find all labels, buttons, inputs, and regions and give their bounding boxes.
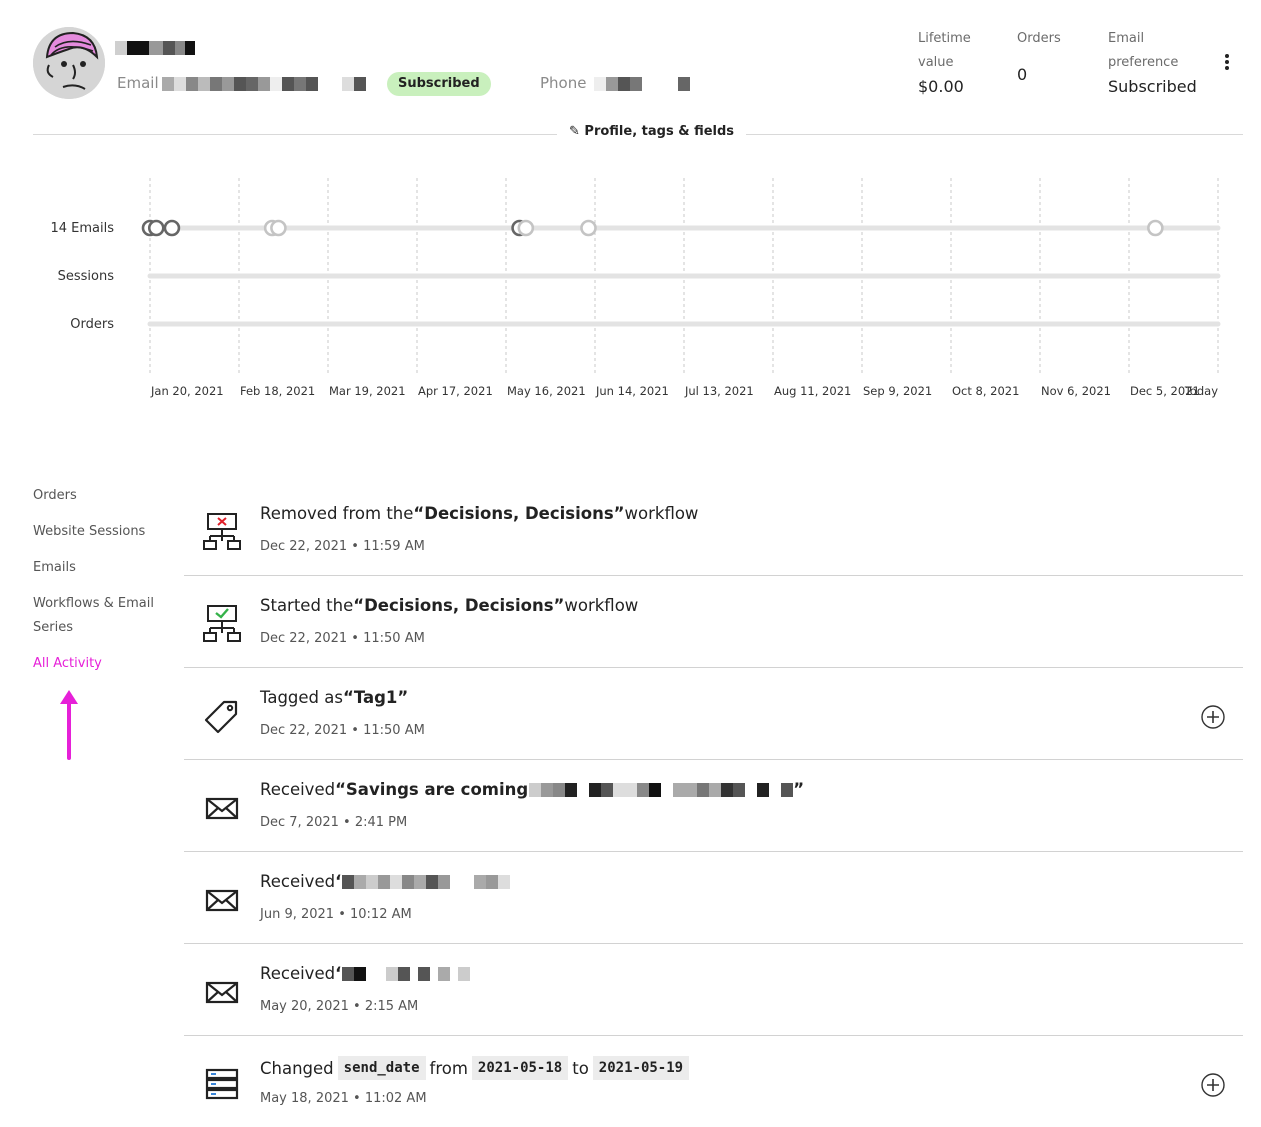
to-value-code: 2021-05-19 [592,1056,690,1080]
subject-redaction [342,874,511,889]
nav-item-all-activity[interactable]: All Activity [33,652,173,676]
timeline-event-marker [163,219,181,237]
activity-timeline-chart: 14 Emails Sessions Orders Jan 20, 2021 Feb 1… [50,178,1221,398]
profile-tags-fields-link[interactable]: ✎ Profile, tags & fields [557,124,747,139]
subject-redaction [529,782,794,797]
activity-timestamp: May 20, 2021 • 2:15 AM [260,999,419,1014]
timeline-tick-label: Apr 17, 2021 [418,384,493,398]
workflow-started-icon [203,605,241,642]
timeline-event-marker [1147,219,1164,237]
activity-title: Tagged as “Tag1” [260,688,409,707]
activity-item[interactable]: Removed from the “Decisions, Decisions” … [184,484,1243,576]
email-label: Email [117,74,159,92]
pencil-icon: ✎ [569,124,585,139]
phone-redaction [594,77,690,91]
lifetime-value: $0.00 [918,77,964,96]
avatar [33,27,105,99]
tag-icon [204,700,238,734]
activity-item[interactable]: Received ‘ Jun 9, 2021 • 10:12 AM [184,852,1243,944]
activity-title: Received ‘ [260,872,511,891]
activity-timestamp: May 18, 2021 • 11:02 AM [260,1091,427,1106]
timeline-row-label: 14 Emails [50,221,114,236]
activity-nav: Orders Website Sessions Emails Workflows… [33,484,173,688]
activity-timestamp: Dec 7, 2021 • 2:41 PM [260,815,408,830]
timeline-event-marker [270,219,287,237]
orders-count-label: Orders [1017,31,1061,46]
expand-plus-icon[interactable] [1201,705,1225,729]
expand-plus-icon[interactable] [1201,1073,1225,1097]
from-value-code: 2021-05-18 [471,1056,569,1080]
timeline-tick-label: May 16, 2021 [507,384,586,398]
field-name-code: send_date [337,1056,426,1080]
activity-item[interactable]: Received “Savings are coming ” Dec 7, 20… [184,760,1243,852]
timeline-tick-label: Jan 20, 2021 [150,384,224,398]
envelope-icon [205,981,239,1004]
activity-timestamp: Dec 22, 2021 • 11:50 AM [260,723,425,738]
activity-title: Removed from the “Decisions, Decisions” … [260,504,699,523]
activity-item[interactable]: Received ‘ May 20, 2021 • 2:15 AM [184,944,1243,1036]
email-redaction [162,77,366,91]
timeline-tick-label: Feb 18, 2021 [240,384,315,398]
timeline-tick-label: Today [1184,384,1218,398]
nav-item-emails[interactable]: Emails [33,556,173,580]
envelope-icon [205,889,239,912]
more-options-icon[interactable] [1219,51,1235,75]
profile-header: Email Subscribed Phone Lifetime value $0… [0,0,1261,110]
envelope-icon [205,797,239,820]
timeline-row-label: Sessions [58,269,115,284]
database-icon [205,1068,239,1100]
timeline-tick-label: Nov 6, 2021 [1041,384,1111,398]
avatar-illustration-icon [33,27,105,99]
nav-item-orders[interactable]: Orders [33,484,173,508]
activity-title: Received ‘ [260,964,471,983]
activity-title: Received “Savings are coming ” [260,780,805,799]
activity-feed: Removed from the “Decisions, Decisions” … [184,484,1243,1127]
timeline-tick-label: Oct 8, 2021 [952,384,1019,398]
activity-timestamp: Dec 22, 2021 • 11:59 AM [260,539,425,554]
lifetime-value-label: Lifetime value [918,31,971,70]
nav-item-website-sessions[interactable]: Website Sessions [33,520,173,544]
activity-title: Changed send_date from 2021-05-18 to 202… [260,1056,693,1080]
timeline-event-marker [517,219,535,237]
orders-count-value: 0 [1017,65,1028,84]
timeline-event-marker [147,219,165,237]
activity-item[interactable]: Started the “Decisions, Decisions” workf… [184,576,1243,668]
activity-item[interactable]: Changed send_date from 2021-05-18 to 202… [184,1036,1243,1127]
annotation-arrow-icon [60,690,78,760]
subscribed-badge: Subscribed [387,72,491,96]
subject-redaction [342,966,471,981]
email-preference-value: Subscribed [1108,77,1197,96]
activity-item[interactable]: Tagged as “Tag1” Dec 22, 2021 • 11:50 AM [184,668,1243,760]
timeline-tick-label: Mar 19, 2021 [329,384,406,398]
timeline-row-label: Orders [70,317,114,332]
activity-title: Started the “Decisions, Decisions” workf… [260,596,639,615]
workflow-removed-icon [203,513,241,550]
activity-timestamp: Dec 22, 2021 • 11:50 AM [260,631,425,646]
timeline-tick-label: Sep 9, 2021 [863,384,932,398]
nav-item-workflows-email-series[interactable]: Workflows & Email Series [33,592,173,640]
email-preference-label: Email preference [1108,31,1179,70]
timeline-tick-label: Aug 11, 2021 [774,384,851,398]
timeline-tick-label: Jun 14, 2021 [595,384,669,398]
timeline-event-marker [580,219,597,237]
name-redaction [115,41,195,55]
activity-timestamp: Jun 9, 2021 • 10:12 AM [260,907,412,922]
timeline-tick-label: Jul 13, 2021 [684,384,754,398]
phone-label: Phone [540,74,587,92]
